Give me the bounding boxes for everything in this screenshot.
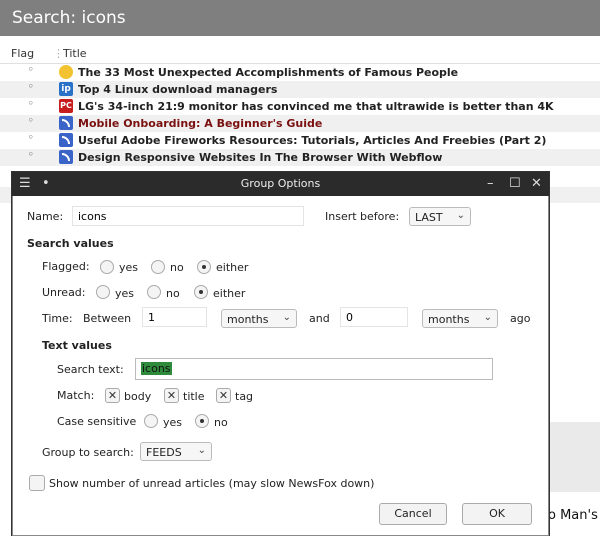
article-row[interactable]: ◦ PC LG's 34-inch 21:9 monitor has convi… [0, 98, 600, 115]
flagged-no-radio[interactable] [151, 260, 165, 274]
insert-before-value: LAST [415, 211, 443, 224]
feed-icon [59, 116, 73, 130]
dialog-titlebar[interactable]: ☰ • Group Options – ☐ ✕ [12, 172, 549, 196]
article-title: Useful Adobe Fireworks Resources: Tutori… [78, 134, 547, 147]
time-label: Time: [42, 312, 73, 325]
show-unread-label: Show number of unread articles (may slow… [49, 477, 375, 490]
chevron-down-icon: ⌄ [197, 445, 206, 456]
gold-coin-icon [59, 65, 73, 79]
match-tag-label: tag [235, 390, 254, 403]
name-input[interactable] [72, 206, 304, 226]
article-preview-panel [549, 422, 600, 492]
ok-button[interactable]: OK [462, 503, 532, 525]
minimize-icon[interactable]: – [487, 175, 494, 193]
search-text-selection: icons [141, 362, 172, 375]
unread-yes-radio[interactable] [96, 285, 110, 299]
match-body-checkbox[interactable]: ✕ [105, 388, 120, 403]
unread-no-label: no [166, 287, 180, 300]
unread-either-label: either [213, 287, 246, 300]
case-sensitive-no-radio[interactable] [195, 414, 209, 428]
maximize-icon[interactable]: ☐ [509, 175, 521, 193]
name-label: Name: [27, 210, 64, 223]
article-title: LG's 34-inch 21:9 monitor has convinced … [78, 100, 554, 113]
match-title-checkbox[interactable]: ✕ [164, 388, 179, 403]
article-list-header: Flag ⋮ Title [0, 44, 600, 64]
case-sensitive-yes-radio[interactable] [144, 414, 158, 428]
article-preview-text: o Man's [548, 508, 598, 523]
case-sensitive-no-label: no [214, 416, 228, 429]
flagged-no-label: no [170, 261, 184, 274]
unread-label: Unread: [42, 286, 86, 299]
flagged-label: Flagged: [42, 260, 90, 273]
time-from-unit-select[interactable]: months ⌄ [221, 309, 297, 328]
column-header-flag[interactable]: Flag [11, 47, 34, 60]
article-row[interactable]: ◦ Useful Adobe Fireworks Resources: Tuto… [0, 132, 600, 149]
time-to-input[interactable] [340, 307, 408, 327]
feed-icon [59, 133, 73, 147]
group-to-search-label: Group to search: [42, 446, 134, 459]
search-text-label: Search text: [57, 363, 124, 376]
flag-dot-icon[interactable]: ◦ [28, 65, 34, 75]
match-body-label: body [124, 390, 152, 403]
chevron-down-icon: ⌄ [282, 312, 291, 323]
chevron-down-icon: ⌄ [483, 312, 492, 323]
flag-dot-icon[interactable]: ◦ [28, 150, 34, 160]
between-label: Between [83, 312, 132, 325]
flagged-yes-label: yes [119, 261, 139, 274]
insert-before-select[interactable]: LAST ⌄ [409, 207, 471, 226]
match-tag-checkbox[interactable]: ✕ [216, 388, 231, 403]
insert-before-label: Insert before: [325, 210, 400, 223]
article-title: Top 4 Linux download managers [78, 83, 278, 96]
article-row[interactable]: ◦ ip Top 4 Linux download managers [0, 81, 600, 98]
match-title-label: title [183, 390, 205, 403]
close-icon[interactable]: ✕ [531, 175, 542, 193]
article-title: The 33 Most Unexpected Accomplishments o… [78, 66, 459, 79]
cancel-button[interactable]: Cancel [379, 503, 447, 525]
column-header-title[interactable]: Title [63, 47, 87, 60]
match-label: Match: [57, 389, 95, 402]
article-row[interactable]: ◦ Design Responsive Websites In The Brow… [0, 149, 600, 166]
dialog-body: Name: Insert before: LAST ⌄ Search value… [12, 196, 549, 536]
unread-no-radio[interactable] [147, 285, 161, 299]
text-values-heading: Text values [42, 339, 112, 352]
ip-logo-icon: ip [59, 82, 73, 96]
window-title-bar: Search: icons [0, 0, 600, 36]
search-text-input[interactable]: icons [135, 358, 493, 380]
show-unread-checkbox[interactable] [29, 475, 45, 491]
ago-label: ago [510, 312, 531, 325]
time-to-unit-select[interactable]: months ⌄ [422, 309, 498, 328]
flag-dot-icon[interactable]: ◦ [28, 99, 34, 109]
flagged-either-label: either [216, 261, 249, 274]
article-row[interactable]: ◦ Mobile Onboarding: A Beginner's Guide [0, 115, 600, 132]
unread-either-radio[interactable] [194, 285, 208, 299]
flag-dot-icon[interactable]: ◦ [28, 133, 34, 143]
feed-icon [59, 150, 73, 164]
dialog-title: Group Options [240, 177, 321, 190]
article-row[interactable]: ◦ The 33 Most Unexpected Accomplishments… [0, 64, 600, 81]
chevron-down-icon: ⌄ [456, 210, 465, 221]
flagged-either-radio[interactable] [197, 260, 211, 274]
and-label: and [309, 312, 330, 325]
time-from-unit-value: months [227, 313, 269, 326]
unread-yes-label: yes [115, 287, 135, 300]
group-to-search-select[interactable]: FEEDS ⌄ [140, 442, 212, 461]
article-title: Mobile Onboarding: A Beginner's Guide [78, 117, 323, 130]
window-title: Search: icons [12, 8, 126, 28]
search-values-heading: Search values [27, 237, 114, 250]
article-title: Design Responsive Websites In The Browse… [78, 151, 443, 164]
flagged-yes-radio[interactable] [100, 260, 114, 274]
group-options-dialog: ☰ • Group Options – ☐ ✕ Name: Insert bef… [12, 172, 549, 536]
pc-logo-icon: PC [59, 99, 73, 113]
case-sensitive-label: Case sensitive [57, 415, 137, 428]
case-sensitive-yes-label: yes [163, 416, 183, 429]
flag-dot-icon[interactable]: ◦ [28, 82, 34, 92]
group-to-search-value: FEEDS [146, 446, 182, 459]
flag-dot-icon[interactable]: ◦ [28, 116, 34, 126]
time-from-input[interactable] [142, 307, 207, 327]
time-to-unit-value: months [428, 313, 470, 326]
